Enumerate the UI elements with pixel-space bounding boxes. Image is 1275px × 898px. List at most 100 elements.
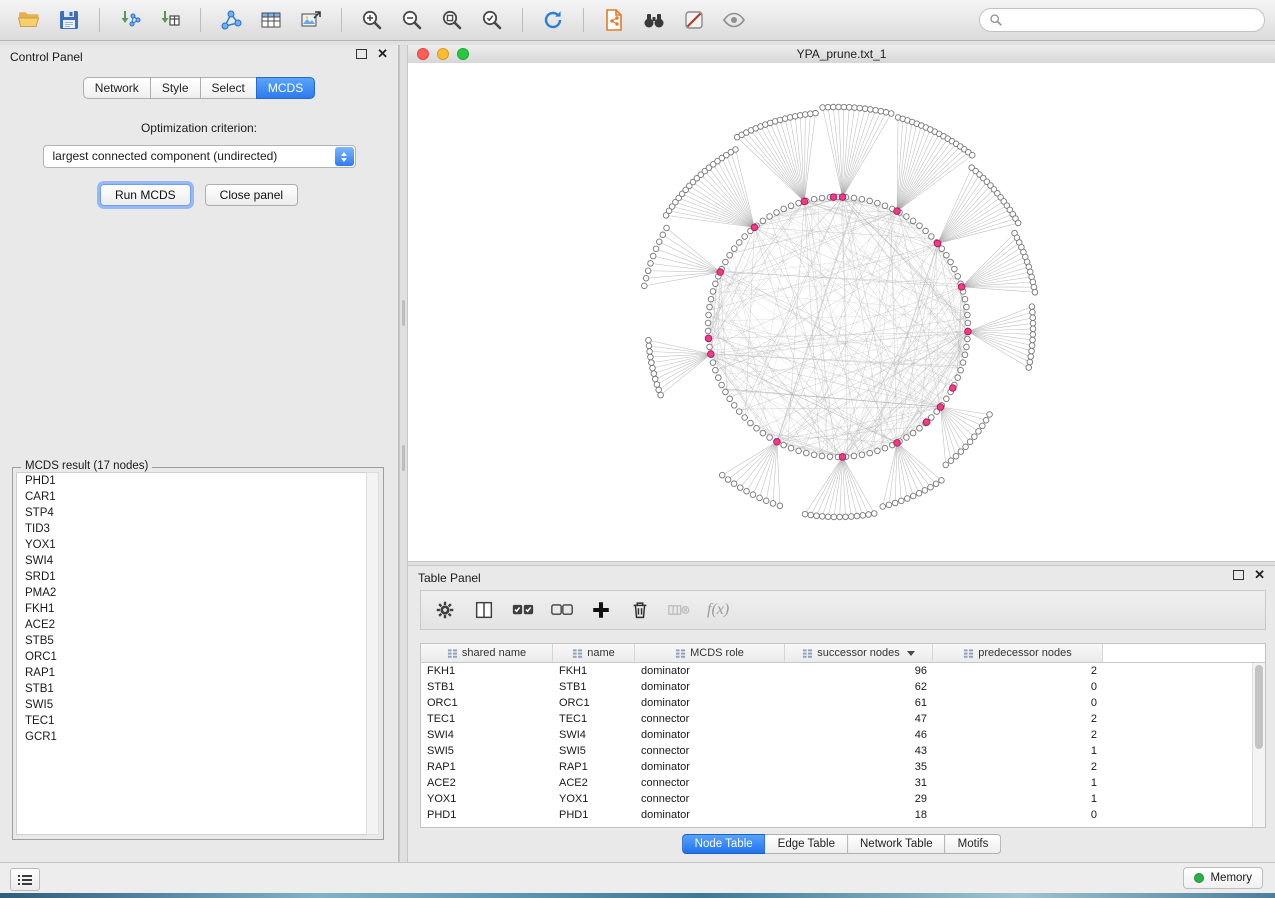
save-icon [57, 8, 81, 32]
list-item[interactable]: STB5 [17, 633, 366, 649]
cell: ORC1 [421, 697, 553, 709]
table-row[interactable]: YOX1YOX1connector291 [421, 791, 1252, 807]
export-image-button[interactable] [292, 5, 330, 35]
zoom-selected-button[interactable] [473, 5, 511, 35]
find-neighbors-button[interactable] [635, 5, 673, 35]
open-file-button[interactable] [10, 5, 48, 35]
task-history-button[interactable] [10, 868, 40, 891]
list-item[interactable]: ORC1 [17, 649, 366, 665]
select-all-button[interactable] [512, 599, 534, 621]
network-canvas[interactable] [408, 63, 1275, 561]
save-session-button[interactable] [50, 5, 88, 35]
network-window-titlebar[interactable]: YPA_prune.txt_1 [408, 45, 1275, 64]
table-row[interactable]: SWI5SWI5connector431 [421, 743, 1252, 759]
table-row[interactable]: ORC1ORC1dominator610 [421, 695, 1252, 711]
close-panel-icon[interactable]: ✕ [377, 49, 388, 59]
list-item[interactable]: PHD1 [17, 473, 366, 489]
list-item[interactable]: FKH1 [17, 601, 366, 617]
table-settings-button[interactable] [434, 599, 456, 621]
table-scrollbar[interactable] [1252, 663, 1265, 827]
list-item[interactable]: STP4 [17, 505, 366, 521]
new-network-button[interactable] [212, 5, 250, 35]
import-table-button[interactable] [151, 5, 189, 35]
table-row[interactable]: STB1STB1dominator620 [421, 679, 1252, 695]
list-item[interactable]: ACE2 [17, 617, 366, 633]
tab-node-table[interactable]: Node Table [682, 834, 766, 854]
cell: 29 [785, 793, 933, 805]
list-item[interactable]: RAP1 [17, 665, 366, 681]
optimization-criterion-label: Optimization criterion: [0, 121, 398, 135]
zoom-fit-button[interactable] [433, 5, 471, 35]
list-item[interactable]: SWI4 [17, 553, 366, 569]
search-icon [989, 13, 1003, 27]
cell: STB1 [421, 681, 553, 693]
trash-icon [629, 599, 651, 621]
tab-style[interactable]: Style [151, 77, 201, 99]
float-panel-icon[interactable] [356, 49, 367, 59]
tab-network[interactable]: Network [83, 77, 151, 99]
cell: 62 [785, 681, 933, 693]
mcds-list-scrollbar[interactable] [366, 472, 379, 835]
cell: FKH1 [421, 665, 553, 677]
toggle-view-button[interactable] [715, 5, 753, 35]
tab-motifs[interactable]: Motifs [946, 834, 1002, 854]
search-input[interactable] [1008, 12, 1255, 28]
refresh-button[interactable] [534, 5, 572, 35]
toggle-annotations-button[interactable] [675, 5, 713, 35]
list-item[interactable]: YOX1 [17, 537, 366, 553]
memory-button[interactable]: Memory [1183, 867, 1263, 889]
list-item[interactable]: TEC1 [17, 713, 366, 729]
float-panel-icon[interactable] [1233, 570, 1244, 580]
list-item[interactable]: SWI5 [17, 697, 366, 713]
function-builder-button[interactable]: f(x) [707, 601, 729, 619]
list-item[interactable]: TID3 [17, 521, 366, 537]
toolbar-separator [200, 8, 201, 32]
tab-network-table[interactable]: Network Table [848, 834, 946, 854]
cell: 2 [933, 713, 1103, 725]
tab-mcds[interactable]: MCDS [256, 77, 315, 99]
table-row[interactable]: PHD1PHD1dominator180 [421, 807, 1252, 823]
add-column-button[interactable] [590, 599, 612, 621]
close-panel-button[interactable]: Close panel [205, 184, 298, 206]
run-mcds-button[interactable]: Run MCDS [100, 184, 191, 206]
list-item[interactable]: GCR1 [17, 729, 366, 745]
share-network-button[interactable] [595, 5, 633, 35]
table-row[interactable]: TEC1TEC1connector472 [421, 711, 1252, 727]
column-header-successor-nodes[interactable]: successor nodes [785, 644, 933, 662]
deselect-all-button[interactable] [551, 599, 573, 621]
zoom-in-button[interactable] [353, 5, 391, 35]
table-row[interactable]: RAP1RAP1dominator352 [421, 759, 1252, 775]
tab-select[interactable]: Select [201, 77, 257, 99]
list-item[interactable]: STB1 [17, 681, 366, 697]
table-row[interactable]: ACE2ACE2connector311 [421, 775, 1252, 791]
show-columns-button[interactable] [473, 599, 495, 621]
table-row[interactable]: FKH1FKH1dominator962 [421, 663, 1252, 679]
new-table-button[interactable] [252, 5, 290, 35]
node-table-body: FKH1FKH1dominator962STB1STB1dominator620… [421, 663, 1252, 827]
delete-row-button[interactable] [629, 599, 651, 621]
scrollbar-thumb[interactable] [1255, 665, 1263, 749]
list-item[interactable]: CAR1 [17, 489, 366, 505]
sort-grid-icon [675, 648, 686, 659]
close-window-icon[interactable] [417, 48, 429, 60]
zoom-out-button[interactable] [393, 5, 431, 35]
column-header-shared-name[interactable]: shared name [421, 644, 553, 662]
column-header-name[interactable]: name [553, 644, 635, 662]
status-bar: Memory [0, 862, 1275, 893]
cell: connector [635, 793, 785, 805]
column-header-predecessor-nodes[interactable]: predecessor nodes [933, 644, 1103, 662]
list-item[interactable]: PMA2 [17, 585, 366, 601]
tab-edge-table[interactable]: Edge Table [766, 834, 848, 854]
maximize-window-icon[interactable] [457, 48, 469, 60]
minimize-window-icon[interactable] [437, 48, 449, 60]
column-header-MCDS-role[interactable]: MCDS role [635, 644, 785, 662]
delete-column-button[interactable] [668, 599, 690, 621]
close-panel-icon[interactable]: ✕ [1254, 570, 1265, 580]
import-network-icon [118, 8, 142, 32]
table-row[interactable]: SWI4SWI4dominator462 [421, 727, 1252, 743]
toolbar-separator [522, 8, 523, 32]
vertical-splitter[interactable] [399, 45, 408, 862]
import-network-button[interactable] [111, 5, 149, 35]
list-item[interactable]: SRD1 [17, 569, 366, 585]
criterion-select[interactable]: largest connected component (undirected) [43, 145, 356, 168]
